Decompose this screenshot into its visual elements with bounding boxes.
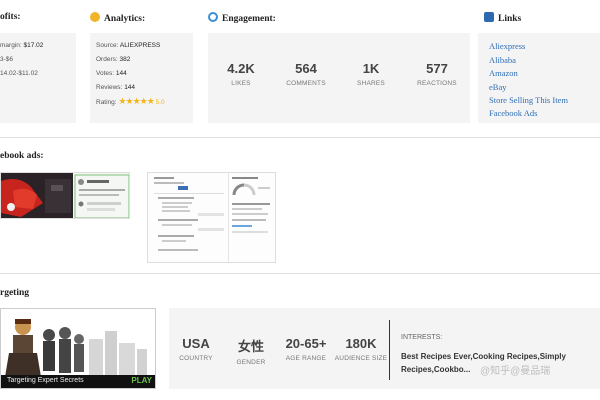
link-store-selling[interactable]: Store Selling This Item	[489, 95, 568, 105]
links-title: Links	[498, 14, 522, 24]
stat-audience-size: 180K AUDIENCE SIZE	[331, 336, 391, 362]
ad-thumbnail-2[interactable]	[147, 172, 276, 263]
play-button[interactable]: PLAY	[131, 376, 152, 385]
stat-value: 女性	[237, 339, 264, 354]
targeting-title: rgeting	[0, 288, 30, 298]
stat-value: 180K	[345, 336, 377, 351]
link-alibaba[interactable]: Alibaba	[489, 55, 516, 65]
stat-label: COUNTRY	[179, 355, 213, 362]
facebook-ads-title: ebook ads:	[0, 151, 44, 161]
video-caption-bar: Targeting Expert Secrets PLAY	[1, 375, 155, 388]
ad-image	[1, 173, 129, 218]
star-icon: ★	[125, 96, 134, 106]
stat-label: REACTIONS	[417, 80, 457, 87]
ad-image	[148, 173, 275, 262]
video-caption: Targeting Expert Secrets	[7, 377, 84, 384]
link-aliexpress[interactable]: Aliexpress	[489, 41, 525, 51]
profit-margin-label: margin:	[0, 42, 22, 49]
link-amazon[interactable]: Amazon	[489, 68, 518, 78]
orders-value: 382	[119, 56, 131, 63]
stat-label: AGE RANGE	[285, 355, 327, 362]
stat-gender: 女性 GENDER	[221, 336, 281, 366]
engagement-title-row: Engagement:	[208, 12, 276, 24]
stat-comments: 564 COMMENTS	[276, 61, 336, 87]
profit-line-3: 14.02-$11.02	[0, 70, 38, 77]
stat-country: USA COUNTRY	[166, 336, 226, 362]
star-icon: ★	[132, 96, 141, 106]
engagement-title: Engagement:	[222, 14, 276, 24]
divider	[0, 137, 600, 138]
stat-shares: 1K SHARES	[341, 61, 401, 87]
link-icon	[484, 12, 494, 22]
rating-value: 5.0	[155, 99, 165, 106]
analytics-title-row: Analytics:	[90, 12, 145, 24]
stat-label: LIKES	[231, 80, 251, 87]
star-icon: ★	[118, 96, 126, 106]
profits-title: ofits:	[0, 12, 21, 22]
links-card: Aliexpress Alibaba Amazon eBay Store Sel…	[478, 33, 600, 123]
stat-age-range: 20-65+ AGE RANGE	[276, 336, 336, 362]
orders-label: Orders:	[96, 56, 118, 63]
stat-value: 1K	[362, 61, 380, 76]
votes-value: 144	[115, 70, 127, 77]
ad-thumbnail-1[interactable]	[0, 172, 130, 219]
star-icon: ★	[139, 96, 148, 106]
stat-label: GENDER	[236, 359, 266, 366]
interests-label: INTERESTS:	[401, 334, 443, 341]
rating-row: Rating: ★★★★★ 5.0	[96, 96, 165, 107]
link-ebay[interactable]: eBay	[489, 82, 506, 92]
source-label: Source:	[96, 42, 119, 49]
vertical-divider	[389, 320, 390, 380]
profits-card: margin: $17.02 3-$6 14.02-$11.02	[0, 33, 76, 123]
reviews-value: 144	[124, 84, 136, 91]
profit-margin-row: margin: $17.02	[0, 42, 43, 49]
stat-likes: 4.2K LIKES	[211, 61, 271, 87]
stat-value: 564	[295, 61, 317, 76]
stat-value: 20-65+	[285, 336, 327, 351]
stat-value: 4.2K	[227, 61, 255, 76]
stat-label: SHARES	[357, 80, 385, 87]
analytics-card: Source: ALIEXPRESS Orders: 382 Votes: 14…	[90, 33, 193, 123]
links-title-row: Links	[484, 12, 521, 24]
stat-reactions: 577 REACTIONS	[407, 61, 467, 87]
analytics-title: Analytics:	[104, 14, 146, 24]
engagement-card: 4.2K LIKES 564 COMMENTS 1K SHARES 577 RE…	[208, 33, 470, 123]
stat-value: USA	[182, 336, 210, 351]
star-icon: ★	[146, 96, 155, 106]
user-icon	[208, 12, 218, 22]
analytics-icon	[90, 12, 100, 22]
watermark: @知乎@曼品瑞	[480, 366, 551, 377]
profit-line-2: 3-$6	[0, 56, 14, 63]
source-value: ALIEXPRESS	[119, 42, 161, 49]
targeting-video[interactable]: Targeting Expert Secrets PLAY	[0, 308, 156, 389]
rating-label: Rating:	[96, 99, 117, 106]
divider	[0, 273, 600, 274]
video-illustration	[1, 309, 155, 377]
stat-label: AUDIENCE SIZE	[334, 355, 388, 362]
link-facebook-ads[interactable]: Facebook Ads	[489, 108, 537, 118]
profit-margin-value: $17.02	[23, 42, 44, 49]
stat-value: 577	[426, 61, 448, 76]
reviews-label: Reviews:	[96, 84, 123, 91]
votes-label: Votes:	[96, 70, 115, 77]
stat-label: COMMENTS	[286, 80, 326, 87]
